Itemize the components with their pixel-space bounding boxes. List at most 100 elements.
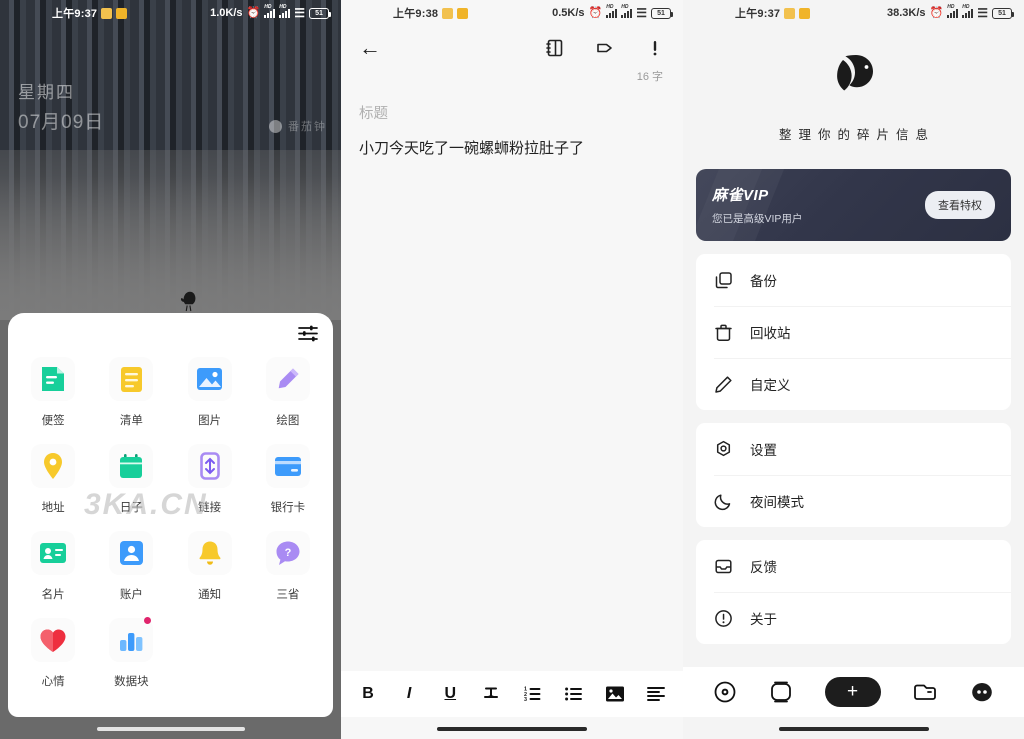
tab-profile[interactable]: [969, 680, 995, 704]
strikethrough-button[interactable]: [480, 683, 502, 705]
menu-item-recycle-bin[interactable]: 回收站: [696, 306, 1011, 358]
circle-target-icon: [714, 681, 735, 703]
profile-panel: 上午9:37 38.3K/s ⏰ HD HD ☰ 51 整理你的碎片信息 麻雀V…: [683, 0, 1024, 739]
widget-weekday: 星期四: [18, 83, 75, 102]
tab-cards[interactable]: [768, 680, 794, 704]
wifi-icon: ☰: [294, 6, 305, 20]
app-item-namecard[interactable]: 名片: [14, 527, 92, 614]
location-pin-icon: [31, 444, 76, 488]
note-body-input[interactable]: 小刀今天吃了一碗螺蛳粉拉肚子了: [341, 123, 683, 161]
home-indicator[interactable]: [96, 727, 245, 731]
app-label: 日子: [119, 502, 143, 514]
plus-icon: +: [846, 681, 859, 702]
app-item-checklist[interactable]: 清单: [92, 353, 170, 440]
word-count: 16 字: [636, 71, 663, 83]
contact-card-icon: [31, 531, 76, 575]
bell-icon: [187, 531, 232, 575]
status-app-icon-2: [457, 7, 469, 19]
signal-icon-2: HD: [962, 4, 974, 18]
pencil-edit-icon: [714, 375, 733, 394]
editor-toolbar: ←: [341, 26, 683, 70]
copy-icon: [714, 271, 733, 290]
app-label: 图片: [198, 415, 222, 427]
account-icon: [109, 531, 154, 575]
tab-add[interactable]: +: [824, 677, 881, 707]
app-label: 账户: [119, 589, 143, 601]
exclamation-icon[interactable]: [645, 38, 665, 58]
tag-icon[interactable]: [595, 38, 615, 58]
note-title-input[interactable]: 标题: [341, 84, 683, 123]
app-item-link[interactable]: 链接: [171, 440, 249, 527]
badge-dot: [144, 617, 152, 624]
app-label: 三省: [276, 589, 300, 601]
app-item-bankcard[interactable]: 银行卡: [249, 440, 327, 527]
menu-item-about[interactable]: 关于: [696, 592, 1011, 644]
svg-text:?: ?: [285, 547, 292, 559]
menu-group-3: 反馈 关于: [696, 540, 1011, 644]
bold-button[interactable]: B: [357, 683, 379, 705]
menu-item-feedback[interactable]: 反馈: [696, 540, 1011, 592]
menu-item-night-mode[interactable]: 夜间模式: [696, 475, 1011, 527]
app-label: 绘图: [276, 415, 300, 427]
inbox-icon: [714, 557, 733, 576]
back-arrow-icon[interactable]: ←: [359, 37, 381, 59]
app-label: 心情: [41, 676, 65, 688]
vip-title: 麻雀VIP: [712, 187, 769, 204]
ordered-list-button[interactable]: 123: [522, 683, 544, 705]
alarm-icon: ⏰: [929, 6, 944, 19]
info-icon: [714, 609, 733, 628]
app-grid: 便签 清单 图片 绘图 地址 日子 链接 银行卡 名片 账户 通知 ? 三省 心…: [8, 353, 333, 701]
app-item-note[interactable]: 便签: [14, 353, 92, 440]
app-label: 链接: [198, 502, 222, 514]
battery-icon: 51: [992, 7, 1014, 19]
battery-icon: 51: [309, 7, 331, 19]
tagline: 整理你的碎片信息: [778, 128, 935, 142]
wifi-icon: ☰: [977, 6, 988, 20]
menu-item-settings[interactable]: 设置: [696, 423, 1011, 475]
status-app-icon-1: [101, 7, 113, 19]
app-item-address[interactable]: 地址: [14, 440, 92, 527]
tab-home[interactable]: [713, 680, 737, 704]
sliders-icon[interactable]: [298, 325, 318, 342]
pomodoro-dot-icon: [269, 119, 282, 133]
menu-label: 反馈: [750, 560, 777, 575]
vip-card[interactable]: 麻雀VIP 您已是高级VIP用户 查看特权: [696, 169, 1011, 241]
app-label: 通知: [198, 589, 222, 601]
pomodoro-label: 番茄钟: [288, 121, 327, 133]
insert-image-button[interactable]: [604, 683, 626, 705]
status-app-icon-2: [116, 7, 128, 19]
tab-folder[interactable]: [912, 680, 938, 704]
app-label: 数据块: [114, 676, 149, 688]
pomodoro-widget[interactable]: 番茄钟: [269, 118, 327, 134]
italic-button[interactable]: I: [398, 683, 420, 705]
checklist-icon: [109, 357, 154, 401]
widget-date: 07月09日: [18, 112, 105, 133]
folder-icon: [913, 684, 936, 700]
alarm-icon: ⏰: [246, 6, 261, 19]
signal-icon-1: HD: [947, 4, 959, 18]
app-item-account[interactable]: 账户: [92, 527, 170, 614]
bar-chart-icon: [109, 617, 154, 662]
moon-icon: [714, 492, 733, 511]
menu-item-customize[interactable]: 自定义: [696, 358, 1011, 410]
app-item-reflect[interactable]: ? 三省: [249, 527, 327, 614]
app-drawer-sheet: 便签 清单 图片 绘图 地址 日子 链接 银行卡 名片 账户 通知 ? 三省 心…: [8, 313, 333, 717]
app-item-draw[interactable]: 绘图: [249, 353, 327, 440]
app-item-days[interactable]: 日子: [92, 440, 170, 527]
app-item-image[interactable]: 图片: [171, 353, 249, 440]
menu-item-backup[interactable]: 备份: [696, 254, 1011, 306]
bullet-list-button[interactable]: [563, 683, 585, 705]
app-item-mood[interactable]: 心情: [14, 614, 92, 701]
home-indicator[interactable]: [778, 727, 929, 731]
underline-button[interactable]: U: [439, 683, 461, 705]
status-bar-profile: 上午9:37 38.3K/s ⏰ HD HD ☰ 51: [683, 0, 1024, 26]
view-privileges-button[interactable]: 查看特权: [925, 191, 995, 219]
notebook-icon[interactable]: [545, 38, 565, 58]
align-button[interactable]: [645, 683, 667, 705]
menu-label: 设置: [750, 443, 777, 458]
pencil-icon: [265, 357, 310, 401]
app-item-notify[interactable]: 通知: [171, 527, 249, 614]
status-time: 上午9:37: [735, 8, 781, 20]
home-indicator[interactable]: [437, 727, 587, 731]
app-item-datablock[interactable]: 数据块: [92, 614, 170, 701]
